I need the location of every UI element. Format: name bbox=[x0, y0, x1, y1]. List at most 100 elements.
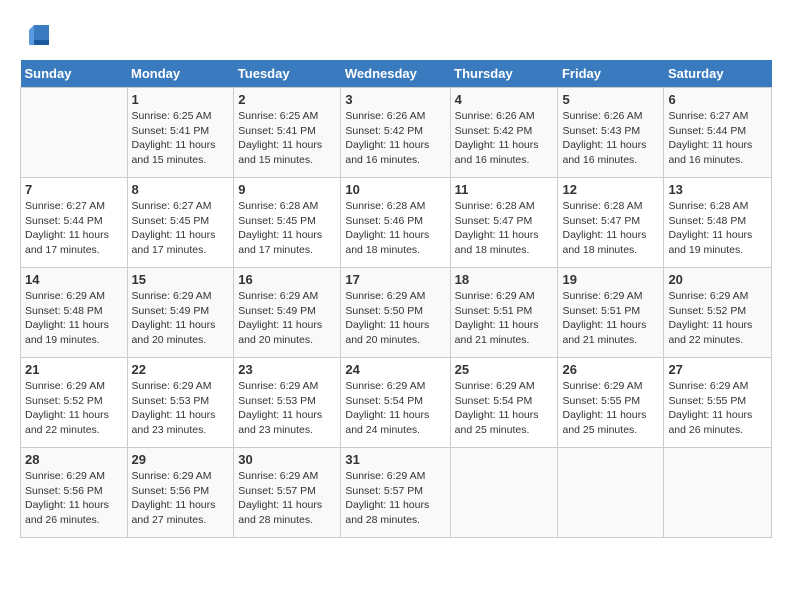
calendar-cell: 3Sunrise: 6:26 AM Sunset: 5:42 PM Daylig… bbox=[341, 88, 450, 178]
calendar-cell: 14 Sunrise: 6:29 AM Sunset: 5:48 PM Dayli… bbox=[21, 268, 128, 358]
calendar-cell: 5 Sunrise: 6:26 AM Sunset: 5:43 PM Daylig… bbox=[558, 88, 664, 178]
day-number: 23 bbox=[238, 362, 336, 377]
day-info: Sunrise: 6:29 AM Sunset: 5:56 PM Dayligh… bbox=[132, 469, 230, 528]
day-info: Sunrise: 6:29 AM Sunset: 5:57 PM Dayligh… bbox=[345, 469, 445, 528]
day-number: 20 bbox=[668, 272, 767, 287]
calendar-cell: 6 Sunrise: 6:27 AM Sunset: 5:44 PM Daylig… bbox=[664, 88, 772, 178]
calendar-cell: 30 Sunrise: 6:29 AM Sunset: 5:57 PM Dayli… bbox=[234, 448, 341, 538]
week-row-2: 14 Sunrise: 6:29 AM Sunset: 5:48 PM Dayli… bbox=[21, 268, 772, 358]
calendar-cell: 22 Sunrise: 6:29 AM Sunset: 5:53 PM Dayli… bbox=[127, 358, 234, 448]
calendar-cell: 2 Sunrise: 6:25 AM Sunset: 5:41 PM Daylig… bbox=[234, 88, 341, 178]
day-info: Sunrise: 6:26 AM Sunset: 5:43 PM Dayligh… bbox=[562, 109, 659, 168]
logo bbox=[20, 20, 54, 50]
calendar-cell: 9 Sunrise: 6:28 AM Sunset: 5:45 PM Daylig… bbox=[234, 178, 341, 268]
header-sunday: Sunday bbox=[21, 60, 128, 88]
header-friday: Friday bbox=[558, 60, 664, 88]
calendar-cell: 25 Sunrise: 6:29 AM Sunset: 5:54 PM Dayli… bbox=[450, 358, 558, 448]
day-number: 31 bbox=[345, 452, 445, 467]
calendar-cell bbox=[21, 88, 128, 178]
logo-icon bbox=[24, 20, 54, 50]
calendar-cell bbox=[664, 448, 772, 538]
day-info: Sunrise: 6:28 AM Sunset: 5:48 PM Dayligh… bbox=[668, 199, 767, 258]
calendar-cell: 29 Sunrise: 6:29 AM Sunset: 5:56 PM Dayli… bbox=[127, 448, 234, 538]
day-number: 22 bbox=[132, 362, 230, 377]
day-number: 27 bbox=[668, 362, 767, 377]
day-number: 30 bbox=[238, 452, 336, 467]
day-number: 1 bbox=[132, 92, 230, 107]
header-row: SundayMondayTuesdayWednesdayThursdayFrid… bbox=[21, 60, 772, 88]
day-info: Sunrise: 6:28 AM Sunset: 5:46 PM Dayligh… bbox=[345, 199, 445, 258]
day-number: 2 bbox=[238, 92, 336, 107]
day-number: 11 bbox=[455, 182, 554, 197]
day-number: 8 bbox=[132, 182, 230, 197]
day-info: Sunrise: 6:26 AM Sunset: 5:42 PM Dayligh… bbox=[345, 109, 445, 168]
day-info: Sunrise: 6:29 AM Sunset: 5:51 PM Dayligh… bbox=[455, 289, 554, 348]
day-info: Sunrise: 6:26 AM Sunset: 5:42 PM Dayligh… bbox=[455, 109, 554, 168]
day-info: Sunrise: 6:29 AM Sunset: 5:49 PM Dayligh… bbox=[238, 289, 336, 348]
header-monday: Monday bbox=[127, 60, 234, 88]
page-header bbox=[20, 20, 772, 50]
calendar-cell: 20Sunrise: 6:29 AM Sunset: 5:52 PM Dayli… bbox=[664, 268, 772, 358]
day-info: Sunrise: 6:29 AM Sunset: 5:48 PM Dayligh… bbox=[25, 289, 123, 348]
calendar-cell bbox=[450, 448, 558, 538]
day-info: Sunrise: 6:25 AM Sunset: 5:41 PM Dayligh… bbox=[132, 109, 230, 168]
day-info: Sunrise: 6:28 AM Sunset: 5:47 PM Dayligh… bbox=[562, 199, 659, 258]
header-thursday: Thursday bbox=[450, 60, 558, 88]
day-info: Sunrise: 6:29 AM Sunset: 5:55 PM Dayligh… bbox=[668, 379, 767, 438]
calendar-cell: 7 Sunrise: 6:27 AM Sunset: 5:44 PM Daylig… bbox=[21, 178, 128, 268]
calendar-cell: 11 Sunrise: 6:28 AM Sunset: 5:47 PM Dayli… bbox=[450, 178, 558, 268]
calendar-cell: 12 Sunrise: 6:28 AM Sunset: 5:47 PM Dayli… bbox=[558, 178, 664, 268]
day-info: Sunrise: 6:29 AM Sunset: 5:53 PM Dayligh… bbox=[132, 379, 230, 438]
day-info: Sunrise: 6:27 AM Sunset: 5:45 PM Dayligh… bbox=[132, 199, 230, 258]
header-saturday: Saturday bbox=[664, 60, 772, 88]
day-number: 25 bbox=[455, 362, 554, 377]
calendar-cell: 17 Sunrise: 6:29 AM Sunset: 5:50 PM Dayli… bbox=[341, 268, 450, 358]
day-number: 10 bbox=[345, 182, 445, 197]
day-info: Sunrise: 6:29 AM Sunset: 5:54 PM Dayligh… bbox=[455, 379, 554, 438]
calendar-cell: 24 Sunrise: 6:29 AM Sunset: 5:54 PM Dayli… bbox=[341, 358, 450, 448]
week-row-3: 21Sunrise: 6:29 AM Sunset: 5:52 PM Dayli… bbox=[21, 358, 772, 448]
day-number: 26 bbox=[562, 362, 659, 377]
day-info: Sunrise: 6:29 AM Sunset: 5:50 PM Dayligh… bbox=[345, 289, 445, 348]
day-number: 19 bbox=[562, 272, 659, 287]
day-number: 12 bbox=[562, 182, 659, 197]
day-number: 14 bbox=[25, 272, 123, 287]
day-info: Sunrise: 6:28 AM Sunset: 5:45 PM Dayligh… bbox=[238, 199, 336, 258]
day-number: 29 bbox=[132, 452, 230, 467]
calendar-cell: 13 Sunrise: 6:28 AM Sunset: 5:48 PM Dayli… bbox=[664, 178, 772, 268]
header-wednesday: Wednesday bbox=[341, 60, 450, 88]
day-info: Sunrise: 6:29 AM Sunset: 5:51 PM Dayligh… bbox=[562, 289, 659, 348]
day-number: 15 bbox=[132, 272, 230, 287]
day-number: 4 bbox=[455, 92, 554, 107]
week-row-1: 7 Sunrise: 6:27 AM Sunset: 5:44 PM Daylig… bbox=[21, 178, 772, 268]
day-number: 5 bbox=[562, 92, 659, 107]
day-info: Sunrise: 6:27 AM Sunset: 5:44 PM Dayligh… bbox=[668, 109, 767, 168]
day-number: 18 bbox=[455, 272, 554, 287]
calendar-cell: 19 Sunrise: 6:29 AM Sunset: 5:51 PM Dayli… bbox=[558, 268, 664, 358]
calendar-table: SundayMondayTuesdayWednesdayThursdayFrid… bbox=[20, 60, 772, 538]
calendar-cell: 10 Sunrise: 6:28 AM Sunset: 5:46 PM Dayli… bbox=[341, 178, 450, 268]
day-info: Sunrise: 6:29 AM Sunset: 5:52 PM Dayligh… bbox=[25, 379, 123, 438]
day-info: Sunrise: 6:29 AM Sunset: 5:49 PM Dayligh… bbox=[132, 289, 230, 348]
day-info: Sunrise: 6:29 AM Sunset: 5:55 PM Dayligh… bbox=[562, 379, 659, 438]
day-info: Sunrise: 6:28 AM Sunset: 5:47 PM Dayligh… bbox=[455, 199, 554, 258]
day-number: 24 bbox=[345, 362, 445, 377]
calendar-cell: 26 Sunrise: 6:29 AM Sunset: 5:55 PM Dayli… bbox=[558, 358, 664, 448]
day-info: Sunrise: 6:29 AM Sunset: 5:54 PM Dayligh… bbox=[345, 379, 445, 438]
day-number: 13 bbox=[668, 182, 767, 197]
calendar-cell: 8 Sunrise: 6:27 AM Sunset: 5:45 PM Daylig… bbox=[127, 178, 234, 268]
day-number: 16 bbox=[238, 272, 336, 287]
day-number: 9 bbox=[238, 182, 336, 197]
calendar-cell: 27 Sunrise: 6:29 AM Sunset: 5:55 PM Dayli… bbox=[664, 358, 772, 448]
day-info: Sunrise: 6:27 AM Sunset: 5:44 PM Dayligh… bbox=[25, 199, 123, 258]
day-number: 17 bbox=[345, 272, 445, 287]
calendar-cell: 31 Sunrise: 6:29 AM Sunset: 5:57 PM Dayli… bbox=[341, 448, 450, 538]
calendar-cell bbox=[558, 448, 664, 538]
day-number: 7 bbox=[25, 182, 123, 197]
day-info: Sunrise: 6:29 AM Sunset: 5:57 PM Dayligh… bbox=[238, 469, 336, 528]
day-info: Sunrise: 6:25 AM Sunset: 5:41 PM Dayligh… bbox=[238, 109, 336, 168]
header-tuesday: Tuesday bbox=[234, 60, 341, 88]
calendar-cell: 21Sunrise: 6:29 AM Sunset: 5:52 PM Dayli… bbox=[21, 358, 128, 448]
calendar-cell: 23Sunrise: 6:29 AM Sunset: 5:53 PM Dayli… bbox=[234, 358, 341, 448]
day-number: 6 bbox=[668, 92, 767, 107]
